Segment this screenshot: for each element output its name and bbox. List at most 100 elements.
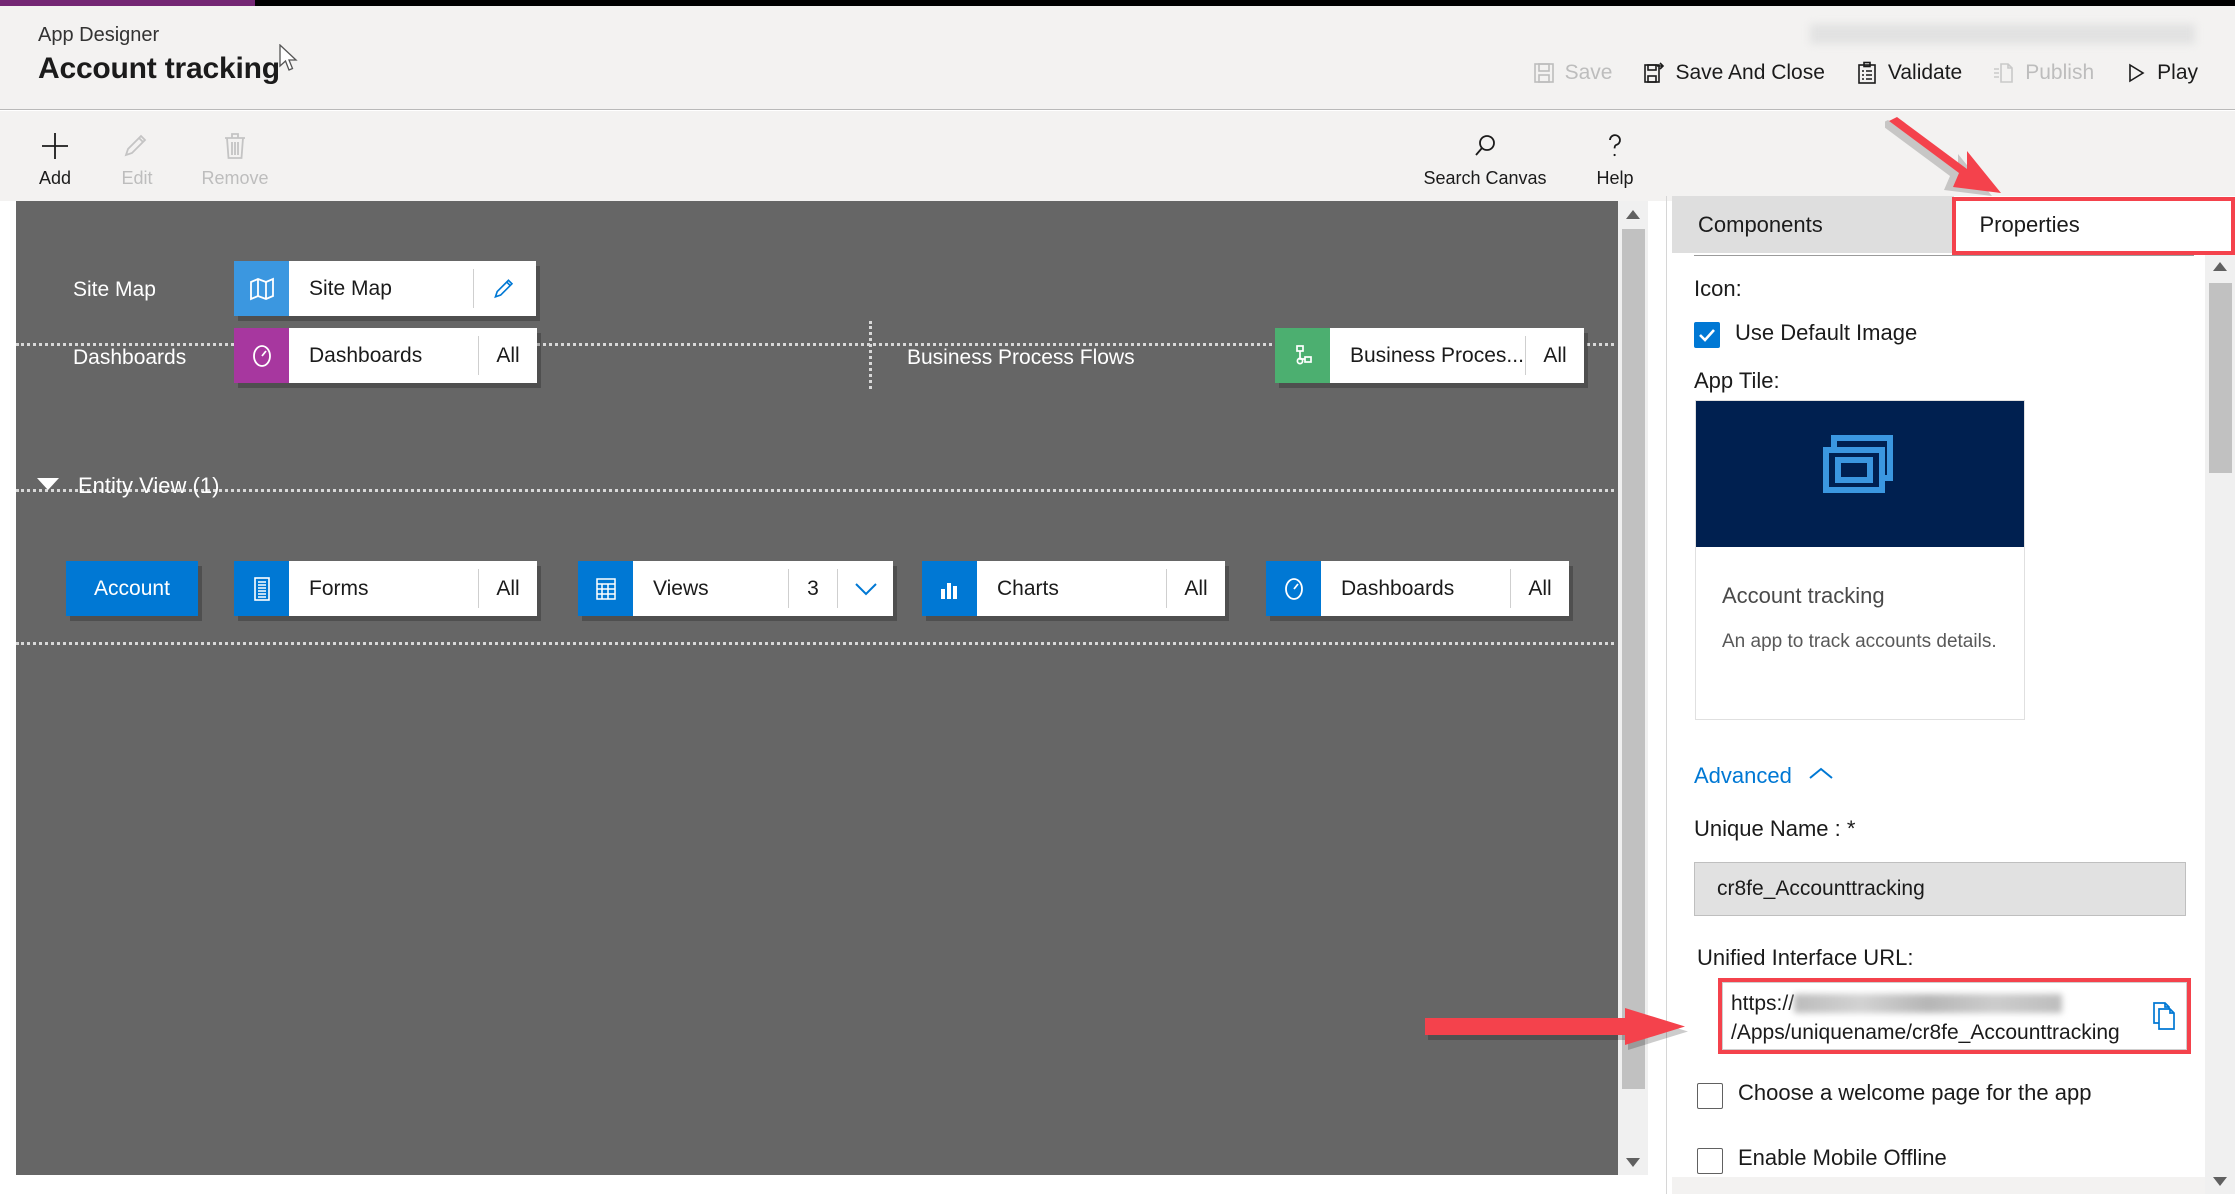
views-chip-label: Views [653, 576, 709, 600]
copy-icon[interactable] [2150, 1001, 2178, 1039]
map-icon [234, 261, 289, 316]
tab-properties[interactable]: Properties [1953, 196, 2235, 253]
panel-scroll-up-icon[interactable] [2205, 253, 2235, 279]
edit-button[interactable]: Edit [87, 125, 187, 189]
breadcrumb: App Designer [38, 24, 160, 46]
entity-dashboards-chip[interactable]: Dashboards All [1266, 561, 1569, 616]
panel-divider [1666, 196, 1667, 1194]
panel-body [1672, 253, 2212, 1194]
panel-scroll-down-icon[interactable] [2205, 1168, 2235, 1194]
play-icon [2124, 61, 2148, 85]
charts-chip[interactable]: Charts All [922, 561, 1225, 616]
chevron-up-icon [1808, 767, 1834, 786]
form-icon [234, 561, 289, 616]
canvas-separator [16, 642, 1614, 645]
unified-url-label: Unified Interface URL: [1697, 945, 1914, 970]
app-windows-icon [1812, 432, 1908, 517]
forms-chip-count: All [496, 576, 520, 600]
save-label: Save [1564, 61, 1613, 84]
unified-url-field[interactable]: https:// /Apps/uniquename/cr8fe_Accounttr… [1722, 982, 2187, 1050]
mobile-offline-checkbox[interactable] [1697, 1148, 1723, 1174]
welcome-page-checkbox[interactable] [1697, 1083, 1723, 1109]
save-button[interactable]: Save [1517, 52, 1628, 94]
bpf-chip-label: Business Proces... [1350, 343, 1524, 367]
trash-icon [185, 125, 285, 167]
app-tile-banner [1696, 401, 2024, 547]
save-and-close-button[interactable]: Save And Close [1627, 52, 1839, 94]
remove-label: Remove [201, 168, 269, 188]
sitemap-chip-label: Site Map [309, 276, 392, 300]
search-canvas-button[interactable]: Search Canvas [1415, 125, 1555, 189]
panel-top-rule [1694, 255, 2194, 256]
gauge-icon [234, 328, 289, 383]
page-title: Account tracking [38, 52, 280, 85]
canvas-scrollbar[interactable] [1618, 201, 1648, 1175]
entity-account-button[interactable]: Account [66, 561, 198, 616]
panel-bottom-strip [1672, 1177, 2235, 1194]
welcome-page-label: Choose a welcome page for the app [1738, 1080, 2092, 1105]
play-button[interactable]: Play [2109, 52, 2213, 94]
publish-icon [1992, 61, 2016, 85]
save-and-close-icon [1642, 61, 1666, 85]
dashboards-chip-count: All [496, 343, 520, 367]
app-tile-section-label: App Tile: [1694, 368, 1780, 393]
app-tile-description: An app to track accounts details. [1722, 631, 1997, 652]
help-button[interactable]: Help [1570, 125, 1660, 189]
process-flow-icon [1275, 328, 1330, 383]
publish-button[interactable]: Publish [1977, 52, 2109, 94]
scroll-down-icon[interactable] [1618, 1149, 1648, 1175]
canvas-scrollbar-thumb[interactable] [1622, 229, 1645, 1089]
dashboards-chip-label: Dashboards [309, 343, 423, 367]
publish-label: Publish [2025, 61, 2095, 84]
save-and-close-label: Save And Close [1675, 61, 1825, 84]
scroll-up-icon[interactable] [1618, 201, 1648, 227]
edit-sitemap-icon[interactable] [474, 261, 536, 316]
entity-view-caption: Entity View (1) [78, 473, 220, 498]
validate-button[interactable]: Validate [1840, 52, 1977, 94]
views-expand-chevron-icon[interactable] [838, 561, 893, 616]
unique-name-field[interactable]: cr8fe_Accounttracking [1694, 862, 2186, 916]
remove-button[interactable]: Remove [185, 125, 285, 189]
icon-section-label: Icon: [1694, 276, 1742, 301]
entity-dashboards-chip-count: All [1528, 576, 1552, 600]
unified-url-suffix: /Apps/uniquename/cr8fe_Accounttracking [1731, 1021, 2120, 1044]
unified-url-prefix: https:// [1731, 992, 1795, 1015]
save-icon [1532, 61, 1556, 85]
gauge-icon [1266, 561, 1321, 616]
panel-scrollbar[interactable] [2205, 253, 2235, 1194]
chevron-down-icon [36, 476, 60, 497]
charts-chip-label: Charts [997, 576, 1059, 600]
dashboards-chip[interactable]: Dashboards All [234, 328, 537, 383]
validate-label: Validate [1887, 61, 1963, 84]
use-default-image-checkbox[interactable] [1694, 322, 1720, 348]
canvas-vertical-separator [869, 321, 872, 389]
search-icon [1415, 125, 1555, 167]
sitemap-chip[interactable]: Site Map [234, 261, 536, 316]
help-label: Help [1596, 168, 1634, 188]
charts-chip-count: All [1184, 576, 1208, 600]
app-tile-preview: Account tracking An app to track account… [1695, 400, 2025, 720]
edit-label: Edit [121, 168, 153, 188]
tab-components[interactable]: Components [1672, 196, 1954, 253]
app-header: App Designer Account tracking Save Save … [0, 6, 2235, 110]
validate-icon [1855, 61, 1879, 85]
advanced-section-toggle[interactable]: Advanced [1694, 763, 1834, 789]
panel-scrollbar-thumb[interactable] [2209, 283, 2232, 473]
row-label-bpf: Business Process Flows [907, 346, 1135, 369]
row-label-site-map: Site Map [73, 278, 156, 301]
forms-chip[interactable]: Forms All [234, 561, 537, 616]
app-tile-name: Account tracking [1722, 583, 1885, 608]
views-chip[interactable]: Views 3 [578, 561, 893, 616]
app-designer-canvas[interactable]: Site Map Site Map Dashboards Dashboards … [16, 201, 1632, 1175]
pencil-icon [87, 125, 187, 167]
search-canvas-label: Search Canvas [1423, 168, 1547, 188]
redacted-user-info [1810, 24, 2195, 44]
mobile-offline-label: Enable Mobile Offline [1738, 1145, 1947, 1170]
panel-tabs: Components Properties [1672, 196, 2235, 253]
business-process-flows-chip[interactable]: Business Proces... All [1275, 328, 1584, 383]
bar-chart-icon [922, 561, 977, 616]
mouse-cursor [278, 43, 300, 74]
entity-view-toggle[interactable]: Entity View (1) [36, 473, 219, 499]
grid-icon [578, 561, 633, 616]
unique-name-label: Unique Name : * [1694, 816, 1856, 841]
